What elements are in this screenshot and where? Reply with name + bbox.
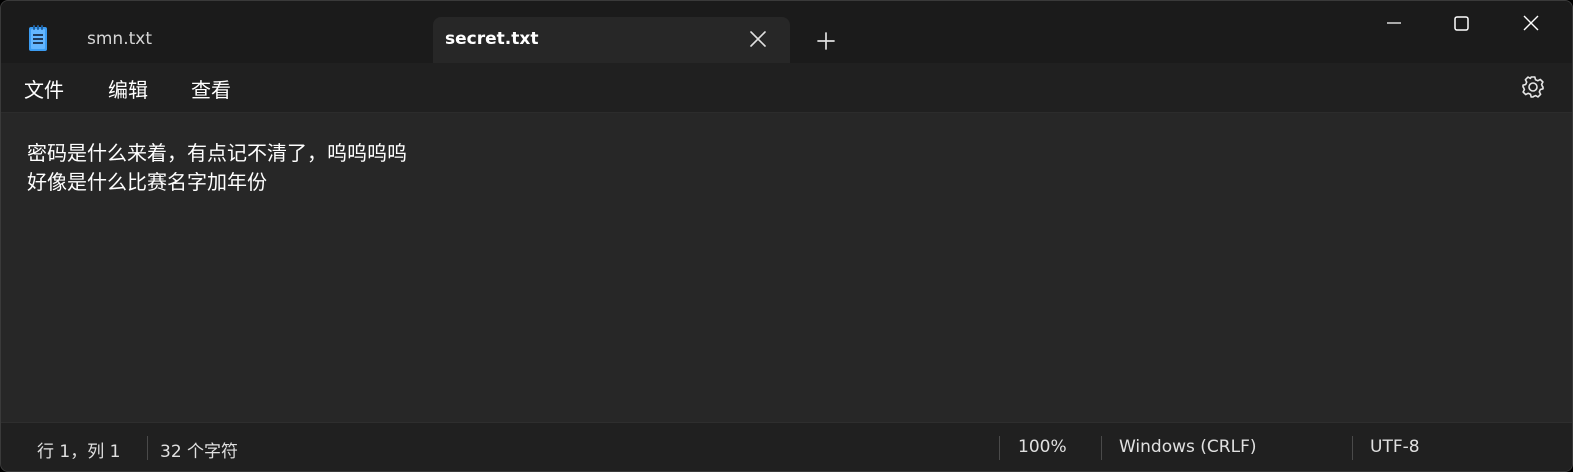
menu-bar: 文件 编辑 查看 — [1, 63, 1572, 113]
close-icon[interactable] — [746, 27, 770, 51]
tab-smn[interactable]: smn.txt — [71, 17, 431, 63]
close-icon[interactable] — [1508, 9, 1554, 39]
menu-view[interactable]: 查看 — [191, 74, 231, 103]
tab-label: secret.txt — [445, 29, 539, 49]
status-bar: 行 1，列 1 32 个字符 100% Windows (CRLF) UTF-8 — [1, 422, 1572, 471]
zoom-level[interactable]: 100% — [1018, 437, 1067, 457]
status-divider — [999, 436, 1000, 460]
minimize-icon[interactable] — [1371, 9, 1417, 39]
title-bar: smn.txt secret.txt — [1, 1, 1572, 63]
tab-label: smn.txt — [87, 29, 152, 49]
character-count: 32 个字符 — [160, 442, 239, 462]
menu-edit[interactable]: 编辑 — [108, 74, 148, 103]
line-ending[interactable]: Windows (CRLF) — [1119, 437, 1257, 457]
notepad-icon — [29, 25, 47, 51]
gear-icon[interactable] — [1520, 74, 1546, 100]
menu-file[interactable]: 文件 — [24, 74, 64, 103]
tab-secret[interactable]: secret.txt — [433, 17, 790, 63]
text-editor[interactable]: 密码是什么来着，有点记不清了，呜呜呜呜 好像是什么比赛名字加年份 — [1, 113, 1572, 422]
status-divider — [147, 436, 148, 460]
status-divider — [1352, 436, 1353, 460]
status-divider — [1101, 436, 1102, 460]
editor-content[interactable]: 密码是什么来着，有点记不清了，呜呜呜呜 好像是什么比赛名字加年份 — [27, 139, 1552, 197]
plus-icon[interactable] — [813, 28, 839, 54]
notepad-window: smn.txt secret.txt 文件 编辑 查看 密码是什么来着，有点记不… — [0, 0, 1573, 472]
encoding[interactable]: UTF-8 — [1370, 437, 1420, 457]
cursor-position[interactable]: 行 1，列 1 — [37, 437, 120, 462]
maximize-icon[interactable] — [1438, 9, 1484, 39]
